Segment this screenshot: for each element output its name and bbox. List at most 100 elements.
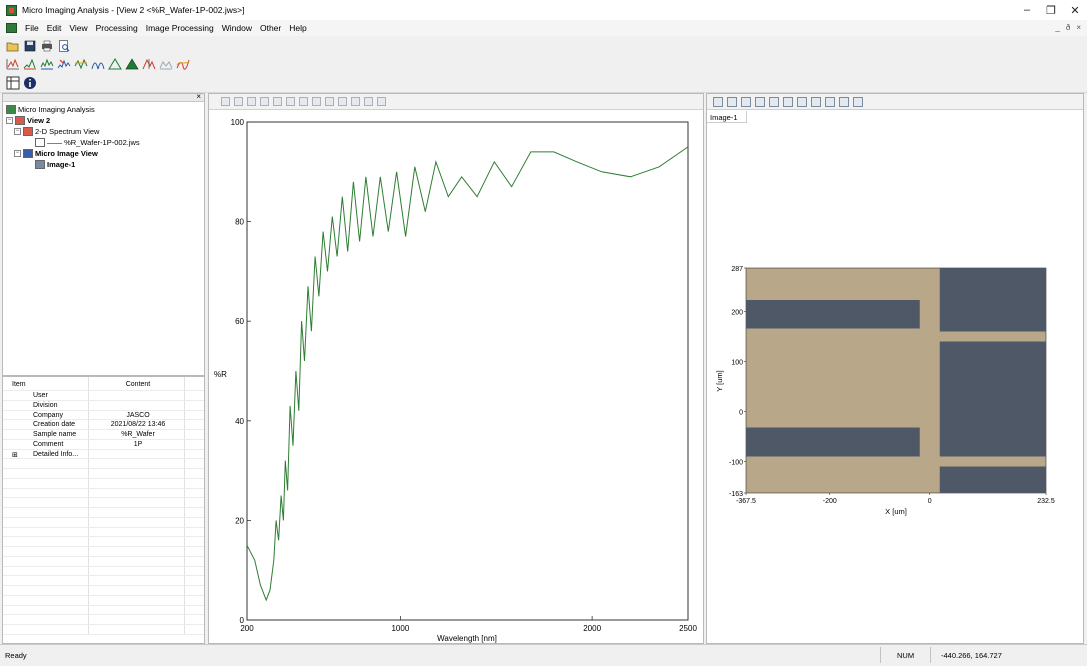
tree-node-image[interactable]: Image-1 [35,159,75,170]
undo-icon[interactable] [377,97,386,106]
binoculars-icon[interactable] [839,96,849,107]
overlay-icon[interactable] [159,57,173,71]
mdi-close-button[interactable]: × [1076,23,1081,32]
pan-icon[interactable] [364,97,373,106]
layout-icon[interactable] [6,76,20,90]
peak-pick-icon[interactable] [286,97,295,106]
panel-close-icon[interactable]: × [196,92,201,101]
derivative-icon[interactable] [74,57,88,71]
column-divider [88,556,89,566]
menu-image-processing[interactable]: Image Processing [142,23,218,33]
annotation-icon[interactable] [338,97,347,106]
spectrum-icon[interactable] [6,57,20,71]
smoothing-icon[interactable] [57,57,71,71]
column-divider[interactable] [88,377,89,390]
marker-icon[interactable] [312,97,321,106]
info-icon[interactable] [23,76,37,90]
y-tick-label: 200 [731,310,743,317]
curve-icon[interactable] [91,57,105,71]
collapse-icon[interactable]: − [6,117,13,124]
menu-file[interactable]: File [21,23,43,33]
collapse-icon[interactable]: − [14,128,21,135]
mdi-document-icon[interactable] [6,23,17,33]
micro-image-chart[interactable]: 287 200 100 0 -100 -163 -367.5 -200 0 232.5 X [u… [707,111,1083,644]
tree-node-micro-image-view[interactable]: − Micro Image View [14,148,98,159]
column-divider [88,391,89,400]
tree-node-spectrum-file[interactable]: —— %R_Wafer-1P-002.jws [35,137,140,148]
deconvolution-icon[interactable] [142,57,156,71]
mdi-restore-button[interactable]: ð [1066,23,1070,32]
property-header-content: Content [125,381,151,388]
delete-icon[interactable] [825,96,835,107]
print-preview-icon[interactable] [57,39,71,53]
property-row[interactable]: Division [3,400,204,411]
baseline-icon[interactable] [40,57,54,71]
collapse-icon[interactable]: − [14,150,21,157]
peak-find-icon[interactable] [108,57,122,71]
tree-label-spectrum-file: —— %R_Wafer-1P-002.jws [47,138,140,147]
menu-edit[interactable]: Edit [43,23,66,33]
save-icon[interactable] [23,39,37,53]
processing-toolbar [0,55,190,73]
x-tick-label: 200 [240,624,254,633]
spectrum-chart[interactable]: 020406080100 200 1000 2000 2500 %R Waveleng… [209,111,703,644]
menu-processing[interactable]: Processing [92,23,142,33]
peak-area-icon[interactable] [125,57,139,71]
histogram-icon[interactable] [741,96,751,107]
spectrum-link-icon[interactable] [783,96,793,107]
column-divider [88,537,89,546]
menu-window[interactable]: Window [218,23,256,33]
window-title: Micro Imaging Analysis - [View 2 <%R_Waf… [22,5,245,15]
minimize-button[interactable]: – [1015,0,1039,20]
zoom-icon[interactable] [713,96,723,107]
column-divider [184,517,185,527]
restore-button[interactable]: ❐ [1039,0,1063,20]
label-icon[interactable] [325,97,334,106]
column-divider [88,439,89,449]
x-tick-label: 1000 [391,624,409,633]
property-row-detailed-info[interactable]: ⊞ Detailed Info... [3,449,204,460]
status-divider [930,647,931,663]
column-divider [88,625,89,634]
electrode-pad [939,466,1046,493]
column-divider [184,449,185,459]
open-icon[interactable] [6,39,20,53]
mdi-minimize-button[interactable]: _ [1055,23,1059,32]
column-divider [184,410,185,420]
peak-icon[interactable] [23,57,37,71]
column-divider [184,527,185,537]
property-row[interactable]: Creation date 2021/08/22 13:46 [3,420,204,430]
column-divider [88,459,89,468]
property-row[interactable]: User [3,391,204,401]
grid-icon[interactable] [260,97,269,106]
move-icon[interactable] [351,97,360,106]
image-toolbar [707,94,1083,110]
property-value: JASCO [126,411,150,419]
grid-icon[interactable] [755,96,765,107]
column-divider [184,605,185,615]
y-tick-label: 40 [235,417,244,426]
property-row[interactable]: Comment 1P [3,439,204,450]
bar-icon[interactable] [273,97,282,106]
menu-help[interactable]: Help [285,23,310,33]
menu-view[interactable]: View [65,23,91,33]
tree-node-view[interactable]: − View 2 [6,115,50,126]
property-row[interactable]: Sample name %R_Wafer [3,430,204,440]
scale-icon[interactable] [727,96,737,107]
tree-node-spectrum-view[interactable]: − 2-D Spectrum View [14,126,99,137]
property-row[interactable]: Company JASCO [3,410,204,421]
menu-other[interactable]: Other [256,23,285,33]
close-button[interactable]: ✕ [1063,0,1087,20]
range-icon[interactable] [299,97,308,106]
tree-node-root[interactable]: Micro Imaging Analysis [6,104,95,115]
zoom-icon[interactable] [221,97,230,106]
camera-icon[interactable] [797,96,807,107]
calculation-icon[interactable] [176,57,190,71]
expand-icon[interactable]: ⊞ [12,451,18,459]
scale-bar-icon[interactable] [853,96,863,107]
film-icon[interactable] [811,96,821,107]
print-icon[interactable] [40,39,54,53]
select-icon[interactable] [769,96,779,107]
cursor-icon[interactable] [247,97,256,106]
scale-icon[interactable] [234,97,243,106]
